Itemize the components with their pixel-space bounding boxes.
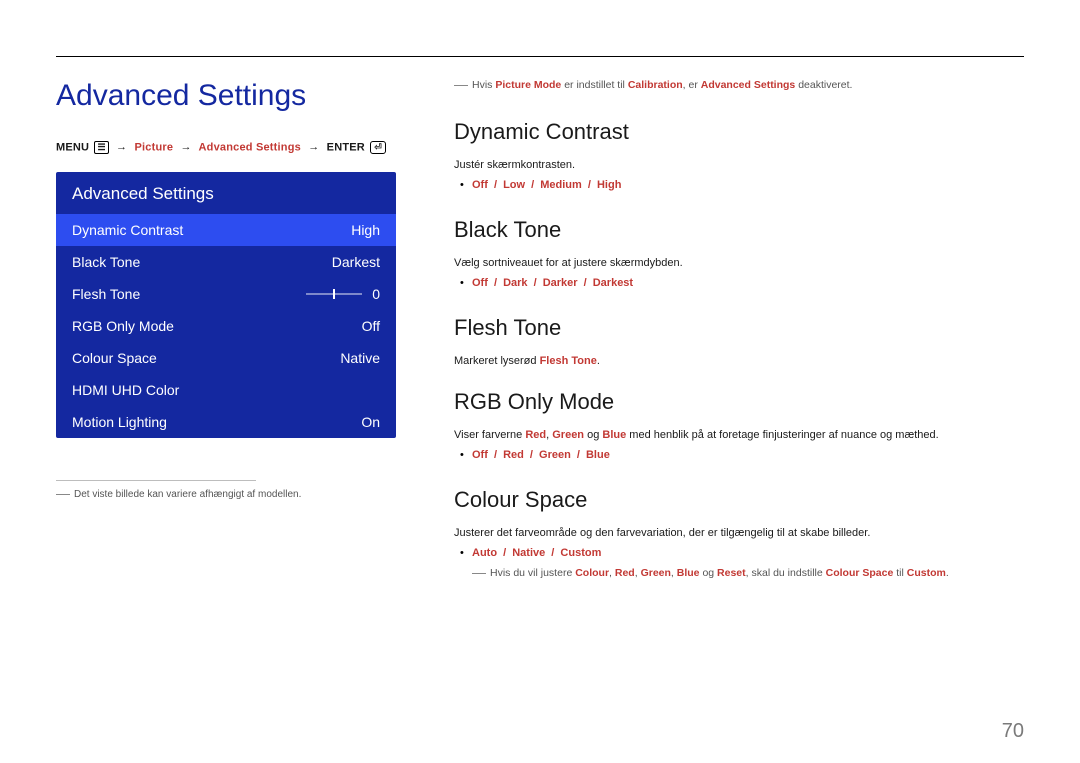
section-rgb-only: RGB Only Mode Viser farverne Red, Green … [454,389,1024,461]
section-title: RGB Only Mode [454,389,1024,415]
option-item: Auto / Native / Custom [454,547,1024,559]
section-dynamic-contrast: Dynamic Contrast Justér skærmkontrasten.… [454,119,1024,191]
option-list: Off / Red / Green / Blue [454,449,1024,461]
osd-row-label: RGB Only Mode [72,318,174,334]
osd-row[interactable]: HDMI UHD Color [56,374,396,406]
breadcrumb: MENU ☰ → Picture → Advanced Settings → E… [56,141,396,154]
option-item: Off / Dark / Darker / Darkest [454,277,1024,289]
section-title: Black Tone [454,217,1024,243]
osd-row-value: Native [340,350,380,366]
osd-row-label: Colour Space [72,350,157,366]
colour-space-note: Hvis du vil justere Colour, Red, Green, … [454,567,1024,579]
osd-row[interactable]: Flesh Tone 0 [56,278,396,310]
osd-row[interactable]: Motion Lighting On [56,406,396,438]
section-title: Colour Space [454,487,1024,513]
section-black-tone: Black Tone Vælg sortniveauet for at just… [454,217,1024,289]
osd-row-value: 0 [372,286,380,302]
osd-row-value: Darkest [332,254,380,270]
dash-icon [56,494,70,495]
arrow-icon: → [304,141,323,153]
osd-row[interactable]: Colour Space Native [56,342,396,374]
option-list: Off / Low / Medium / High [454,179,1024,191]
dash-icon [472,573,486,574]
section-desc: Justér skærmkontrasten. [454,159,1024,171]
section-title: Flesh Tone [454,315,1024,341]
dash-icon [454,85,468,86]
breadcrumb-menu: MENU [56,141,89,153]
osd-row-label: Black Tone [72,254,140,270]
option-list: Auto / Native / Custom [454,547,1024,559]
page-title: Advanced Settings [56,79,396,113]
footnote-separator [56,480,256,481]
option-list: Off / Dark / Darker / Darkest [454,277,1024,289]
osd-row-label: HDMI UHD Color [72,382,179,398]
osd-row[interactable]: Dynamic Contrast High [56,214,396,246]
section-colour-space: Colour Space Justerer det farveområde og… [454,487,1024,579]
option-item: Off / Red / Green / Blue [454,449,1024,461]
section-desc: Vælg sortniveauet for at justere skærmdy… [454,257,1024,269]
osd-row[interactable]: Black Tone Darkest [56,246,396,278]
breadcrumb-picture: Picture [134,141,173,153]
osd-row-value: Off [362,318,380,334]
osd-header: Advanced Settings [56,172,396,214]
osd-menu: Advanced Settings Dynamic Contrast High Bl… [56,172,396,438]
osd-row-label: Flesh Tone [72,286,140,302]
footnote-left: Det viste billede kan variere afhængigt … [56,489,396,500]
breadcrumb-advanced: Advanced Settings [199,141,301,153]
breadcrumb-enter: ENTER [327,141,365,153]
osd-slider[interactable]: 0 [306,286,380,302]
section-desc: Markeret lyserød Flesh Tone. [454,355,1024,367]
osd-row-value: On [361,414,380,430]
osd-row[interactable]: RGB Only Mode Off [56,310,396,342]
menu-icon: ☰ [94,141,108,154]
top-rule [56,56,1024,57]
section-flesh-tone: Flesh Tone Markeret lyserød Flesh Tone. [454,315,1024,367]
enter-icon: ⏎ [370,141,386,154]
top-note: Hvis Picture Mode er indstillet til Cali… [454,79,1024,91]
arrow-icon: → [176,141,195,153]
option-item: Off / Low / Medium / High [454,179,1024,191]
page-number: 70 [1002,720,1024,743]
section-title: Dynamic Contrast [454,119,1024,145]
section-desc: Viser farverne Red, Green og Blue med he… [454,429,1024,441]
osd-row-label: Dynamic Contrast [72,222,183,238]
arrow-icon: → [112,141,131,153]
section-desc: Justerer det farveområde og den farvevar… [454,527,1024,539]
osd-row-label: Motion Lighting [72,414,167,430]
osd-row-value: High [351,222,380,238]
